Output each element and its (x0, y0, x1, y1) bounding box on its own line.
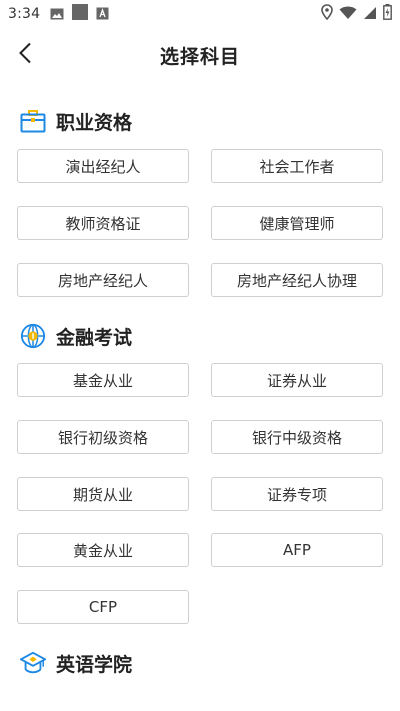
subject-button[interactable]: 黄金从业 (17, 533, 189, 567)
globe-coin-icon (20, 323, 46, 349)
subject-button[interactable]: 银行初级资格 (17, 420, 189, 454)
back-button[interactable] (10, 40, 40, 70)
subject-button[interactable]: 社会工作者 (211, 149, 383, 183)
subject-button[interactable]: AFP (211, 533, 383, 567)
section-title: 职业资格 (56, 111, 133, 134)
subject-button[interactable]: 教师资格证 (17, 206, 189, 240)
status-time: 3:34 (8, 6, 41, 22)
subject-button[interactable]: 证券专项 (211, 477, 383, 511)
top-bar: 选择科目 (0, 28, 400, 82)
subject-button[interactable]: CFP (17, 590, 189, 624)
status-left-icons (50, 4, 109, 24)
status-right-icons (321, 4, 392, 24)
subject-button[interactable]: 健康管理师 (211, 206, 383, 240)
section-header-professional: 职业资格 (20, 106, 132, 136)
a-box-icon (96, 5, 109, 24)
section-header-finance: 金融考试 (20, 321, 132, 351)
section-title: 英语学院 (56, 653, 133, 676)
signal-icon (363, 5, 377, 24)
location-icon (321, 4, 333, 24)
section-title: 金融考试 (56, 326, 133, 349)
status-bar: 3:34 (0, 0, 400, 28)
battery-charging-icon (383, 4, 392, 24)
wifi-icon (339, 5, 357, 24)
subject-button[interactable]: 房地产经纪人 (17, 263, 189, 297)
briefcase-icon (20, 108, 46, 134)
graduation-cap-icon (20, 650, 46, 676)
subject-button[interactable]: 演出经纪人 (17, 149, 189, 183)
page-title: 选择科目 (159, 45, 240, 68)
square-icon (72, 4, 89, 24)
section-header-english: 英语学院 (20, 648, 132, 678)
gallery-icon (50, 5, 64, 24)
subject-button[interactable]: 证券从业 (211, 363, 383, 397)
chevron-left-icon (18, 42, 32, 68)
subject-button[interactable]: 基金从业 (17, 363, 189, 397)
subject-button[interactable]: 银行中级资格 (211, 420, 383, 454)
subject-button[interactable]: 期货从业 (17, 477, 189, 511)
subject-button[interactable]: 房地产经纪人协理 (211, 263, 383, 297)
